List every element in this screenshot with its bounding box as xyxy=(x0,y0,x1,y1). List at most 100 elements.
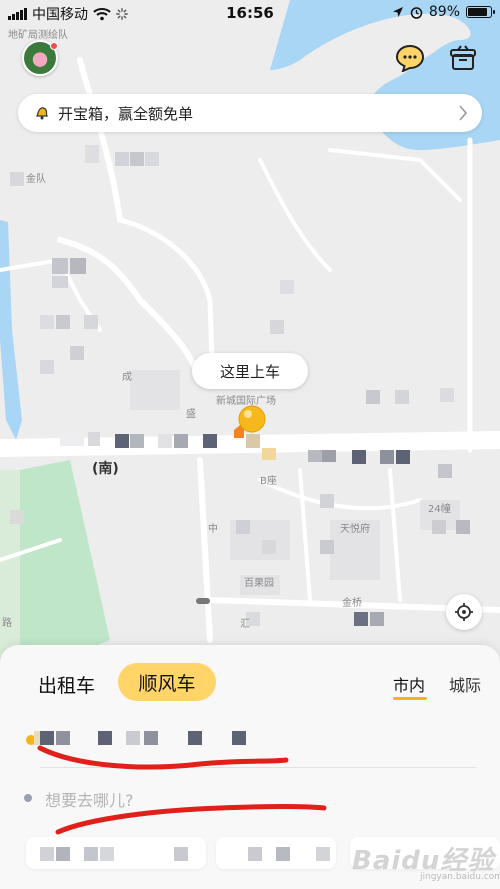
tab-taxi[interactable]: 出租车 xyxy=(38,671,95,698)
map-label: 金桥 xyxy=(342,598,362,609)
censored-block xyxy=(115,152,129,166)
map-label: B座 xyxy=(260,476,277,487)
field-divider xyxy=(40,767,476,768)
subtab-intercity[interactable]: 城际 xyxy=(449,672,481,696)
censored-block xyxy=(60,432,84,446)
censored-block xyxy=(236,520,250,534)
censored-block xyxy=(56,731,70,745)
censored-block xyxy=(10,510,24,524)
censored-block xyxy=(320,540,334,554)
map-label: 百果园 xyxy=(244,578,274,589)
map-label: 汇 xyxy=(240,619,250,630)
recent-place-chip[interactable] xyxy=(26,837,206,869)
pickup-bubble[interactable]: 这里上车 xyxy=(192,353,308,389)
censored-block xyxy=(438,464,452,478)
censored-block xyxy=(370,612,384,626)
map-label: (南) xyxy=(92,461,119,477)
chevron-right-icon xyxy=(459,105,468,121)
battery-fill xyxy=(468,8,487,16)
map-buildings xyxy=(130,370,460,595)
censored-block xyxy=(88,432,100,446)
map-label: 中 xyxy=(208,524,218,535)
censored-block xyxy=(100,847,114,861)
user-avatar[interactable] xyxy=(22,40,58,76)
censored-block xyxy=(145,152,159,166)
recent-place-chip[interactable] xyxy=(216,837,336,869)
censored-block xyxy=(70,346,84,360)
censored-block xyxy=(203,434,217,448)
bell-icon xyxy=(36,107,48,120)
chat-bubble-icon xyxy=(395,44,425,72)
traffic-light-icon xyxy=(196,598,210,604)
censored-block xyxy=(308,450,322,462)
destination-dot-icon xyxy=(24,794,32,802)
censored-block xyxy=(130,152,144,166)
message-button[interactable] xyxy=(392,40,428,76)
promo-text: 开宝箱，赢全额免单 xyxy=(58,104,194,123)
map-label: 盛 xyxy=(186,409,196,420)
censored-block xyxy=(174,847,188,861)
promo-banner[interactable]: 开宝箱，赢全额免单 xyxy=(18,94,482,132)
app-screen: 地矿局测绘队 金队 成 新城国际广场 盛 (南) B座 24幢 中 天悦府 百果… xyxy=(0,0,500,889)
censored-block xyxy=(396,450,410,464)
censored-block xyxy=(40,731,54,745)
censored-block xyxy=(40,847,54,861)
censored-block xyxy=(280,280,294,294)
censored-block xyxy=(84,315,98,329)
censored-block xyxy=(316,847,330,861)
tab-hitchhike[interactable]: 顺风车 xyxy=(118,663,216,701)
censored-block xyxy=(52,258,68,274)
censored-block xyxy=(130,434,144,448)
censored-block xyxy=(432,520,446,534)
censored-block xyxy=(10,172,24,186)
censored-block xyxy=(40,315,54,329)
censored-block xyxy=(380,450,394,464)
censored-block xyxy=(70,258,86,274)
censored-block xyxy=(56,315,70,329)
censored-block xyxy=(354,612,368,626)
censored-block xyxy=(262,540,276,554)
censored-block xyxy=(126,731,140,745)
status-right: 89% xyxy=(392,4,495,20)
censored-block xyxy=(232,731,246,745)
censored-block xyxy=(262,448,276,460)
censored-block xyxy=(395,390,409,404)
censored-block xyxy=(188,731,202,745)
censored-block xyxy=(56,847,70,861)
censored-block xyxy=(248,847,262,861)
battery-icon xyxy=(466,6,495,18)
censored-block xyxy=(158,434,172,448)
subtab-in-city[interactable]: 市内 xyxy=(393,672,425,696)
censored-block xyxy=(98,731,112,745)
censored-block xyxy=(174,434,188,448)
battery-percent: 89% xyxy=(428,4,460,20)
censored-block xyxy=(322,450,336,462)
censored-block xyxy=(320,494,334,508)
treasure-box-button[interactable] xyxy=(445,40,481,76)
map-label: 路 xyxy=(2,618,12,629)
censored-block xyxy=(115,434,129,448)
map-label: 24幢 xyxy=(428,504,451,515)
locate-me-button[interactable] xyxy=(446,594,482,630)
map-label: 天悦府 xyxy=(340,524,370,535)
censored-block xyxy=(276,847,290,861)
map-label: 地矿局测绘队 xyxy=(8,30,68,41)
watermark-url: jingyan.baidu.com xyxy=(420,872,500,882)
alarm-icon xyxy=(410,6,423,19)
gift-box-icon xyxy=(450,45,476,70)
censored-block xyxy=(84,847,98,861)
censored-block xyxy=(352,450,366,464)
notification-dot xyxy=(50,42,58,50)
status-bar: 中国移动 16:56 89% xyxy=(0,0,500,26)
censored-block xyxy=(144,731,158,745)
censored-block xyxy=(440,388,454,402)
pickup-pin-icon[interactable] xyxy=(232,404,268,440)
location-arrow-icon xyxy=(392,7,403,17)
censored-block xyxy=(366,390,380,404)
destination-input[interactable]: 想要去哪儿? xyxy=(45,787,134,811)
crosshair-icon xyxy=(455,603,473,621)
pickup-location-field[interactable] xyxy=(22,725,478,755)
map-label: 金队 xyxy=(26,174,46,185)
censored-block xyxy=(40,360,54,374)
map-label: 成 xyxy=(122,372,132,383)
